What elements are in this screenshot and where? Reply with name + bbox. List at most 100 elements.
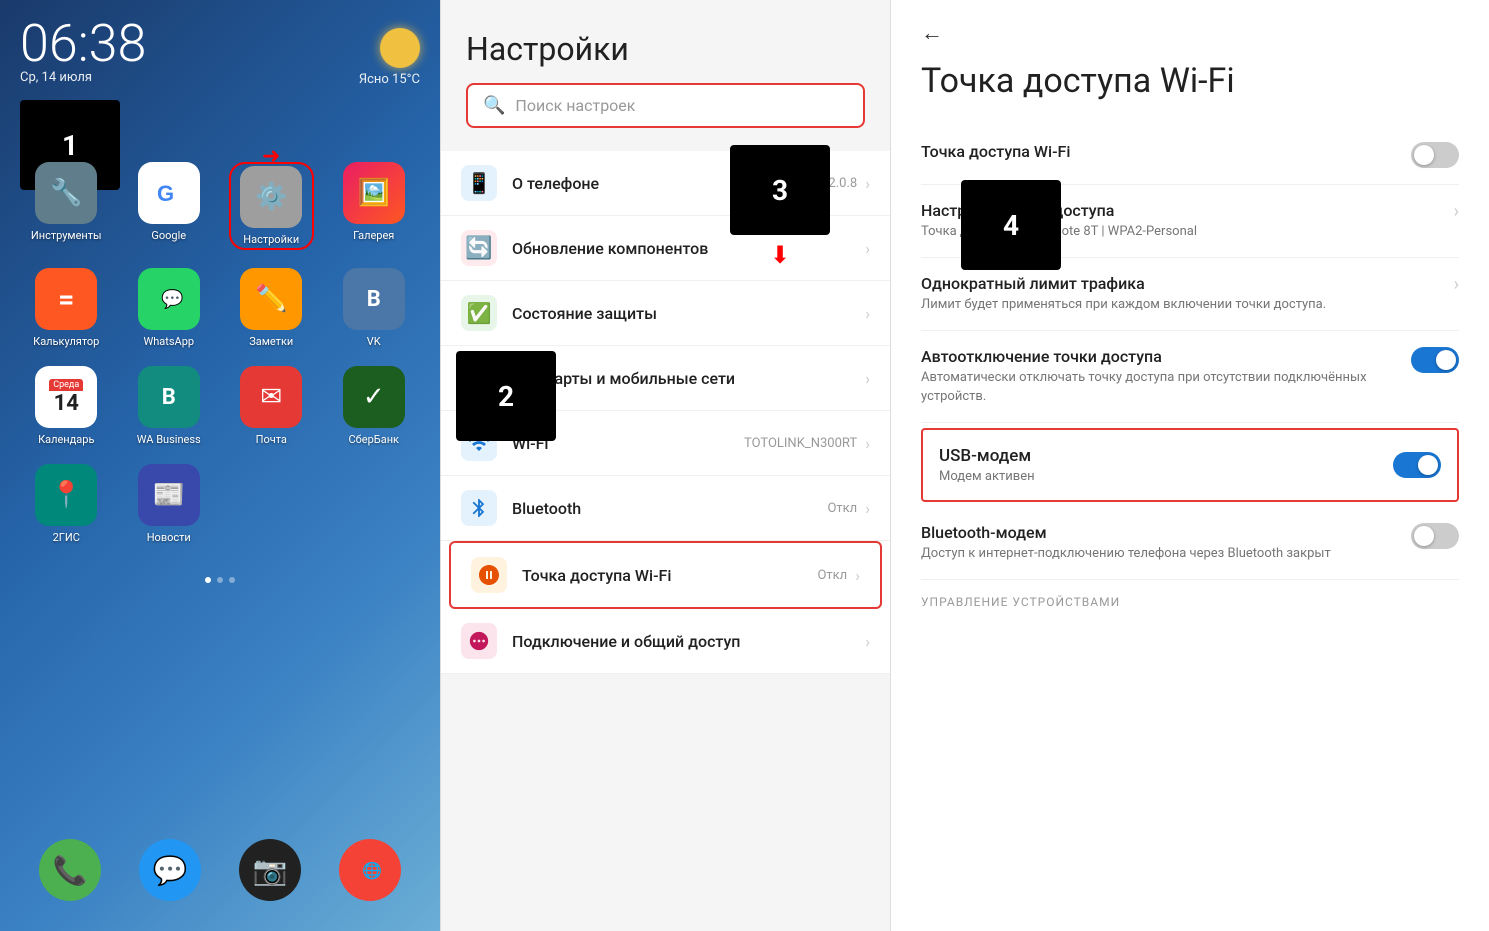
dock-messages[interactable]: 💬 — [139, 839, 201, 901]
app-vk[interactable]: В VK — [331, 268, 416, 348]
weather-icon — [380, 28, 420, 68]
wifi-bt-modem-content: Bluetooth-модем Доступ к интернет-подклю… — [921, 523, 1396, 563]
app-icon-mail: ✉ — [240, 366, 302, 428]
wifi-hotspot-toggle[interactable] — [1411, 142, 1459, 168]
settings-header: Настройки 🔍 Поиск настроек — [441, 0, 890, 143]
wifi-auto-off-control[interactable] — [1411, 347, 1459, 373]
wifi-bt-modem-row: Bluetooth-модем Доступ к интернет-подклю… — [921, 507, 1459, 580]
app-label-2gis: 2ГИС — [53, 531, 80, 544]
usb-modem-box: USB-модем Модем активен ⬇ — [921, 428, 1459, 502]
app-label-instruments: Инструменты — [31, 229, 102, 242]
about-content: О телефоне — [512, 174, 751, 193]
back-button[interactable]: ← — [921, 20, 1459, 46]
app-gallery[interactable]: 🖼️ Галерея — [331, 162, 416, 250]
app-settings[interactable]: ⚙️ Настройки ➜ — [229, 162, 314, 250]
settings-item-connection[interactable]: Подключение и общий доступ › — [441, 609, 890, 674]
weather-text: Ясно 15°C — [359, 72, 420, 87]
step-marker-4: 4 — [961, 180, 1061, 270]
hotspot-content: Точка доступа Wi-Fi — [522, 566, 817, 585]
svg-text:G: G — [157, 181, 174, 206]
security-chevron: › — [865, 304, 870, 323]
dock-chrome[interactable]: 🌐 — [339, 839, 401, 901]
app-mail[interactable]: ✉ Почта — [229, 366, 314, 446]
wifi-auto-off-toggle[interactable] — [1411, 347, 1459, 373]
app-2gis[interactable]: 📍 2ГИС — [24, 464, 109, 544]
bluetooth-content: Bluetooth — [512, 499, 827, 518]
step-marker-3: 3 ⬇ — [730, 145, 830, 269]
app-icon-calendar: Среда 14 — [35, 366, 97, 428]
app-label-vk: VK — [367, 335, 381, 348]
app-row-4: 📍 2ГИС 📰 Новости — [15, 464, 425, 544]
app-calendar[interactable]: Среда 14 Календарь — [24, 366, 109, 446]
app-label-wa-business: WA Business — [137, 433, 201, 446]
wifi-bt-modem-title: Bluetooth-модем — [921, 523, 1396, 542]
app-label-gallery: Галерея — [353, 229, 394, 242]
search-box[interactable]: 🔍 Поиск настроек — [466, 83, 865, 128]
wifi-toggle-content: Точка доступа Wi-Fi — [921, 142, 1396, 164]
settings-item-hotspot[interactable]: Точка доступа Wi-Fi Откл › — [449, 541, 882, 609]
limit-chevron-icon: › — [1454, 274, 1459, 295]
usb-modem-text: USB-модем Модем активен — [939, 446, 1035, 484]
wifi-auto-off-title: Автоотключение точки доступа — [921, 347, 1396, 366]
wifi-toggle-control[interactable] — [1411, 142, 1459, 168]
hotspot-icon — [471, 557, 507, 593]
security-icon: ✅ — [461, 295, 497, 331]
app-icon-sberbank: ✓ — [343, 366, 405, 428]
usb-modem-arrow: ⬇ — [1432, 0, 1449, 4]
wifi-limit-chevron: › — [1454, 274, 1459, 295]
sim-content: SIM-карты и мобильные сети — [512, 369, 865, 388]
app-sberbank[interactable]: ✓ СберБанк — [331, 366, 416, 446]
svg-text:🌐: 🌐 — [362, 861, 382, 880]
bluetooth-value: Откл — [827, 501, 857, 516]
settings-arrow: ➜ — [262, 144, 280, 169]
wifi-bt-modem-subtitle: Доступ к интернет-подключению телефона ч… — [921, 545, 1396, 563]
app-calculator[interactable]: = Калькулятор — [24, 268, 109, 348]
hotspot-value: Откл — [817, 568, 847, 583]
wifi-bt-modem-control[interactable] — [1411, 523, 1459, 549]
dock-camera[interactable]: 📷 — [239, 839, 301, 901]
app-icon-empty-2 — [343, 464, 405, 526]
bottom-dock: 📞 💬 📷 🌐 — [0, 839, 440, 901]
connection-icon — [461, 623, 497, 659]
wifi-chevron: › — [865, 434, 870, 453]
settings-item-security[interactable]: ✅ Состояние защиты › — [441, 281, 890, 346]
wifi-hotspot-panel: ← Точка доступа Wi-Fi 4 Точка доступа Wi… — [890, 0, 1489, 931]
app-empty-2 — [331, 464, 416, 544]
about-title: О телефоне — [512, 174, 751, 193]
app-notes[interactable]: ✏️ Заметки — [229, 268, 314, 348]
app-grid: 🔧 Инструменты G Google ⚙️ Настройки ➜ 🖼️ — [0, 152, 440, 572]
settings-title: Настройки — [466, 30, 865, 68]
time-display: 06:38 — [20, 18, 146, 70]
wifi-limit-subtitle: Лимит будет применяться при каждом включ… — [921, 296, 1439, 314]
app-row-2: = Калькулятор 💬 WhatsApp ✏️ Заметки В VK — [15, 268, 425, 348]
page-dot-active — [205, 577, 211, 583]
wifi-value: TOTOLINK_N300RT — [744, 436, 857, 451]
app-instruments[interactable]: 🔧 Инструменты — [24, 162, 109, 250]
app-wa-business[interactable]: B WA Business — [126, 366, 211, 446]
app-label-google: Google — [151, 229, 186, 242]
app-google[interactable]: G Google — [126, 162, 211, 250]
page-dot — [229, 577, 235, 583]
sim-title: SIM-карты и мобильные сети — [512, 369, 865, 388]
connection-content: Подключение и общий доступ — [512, 632, 865, 651]
config-chevron-icon: › — [1454, 201, 1459, 222]
wifi-auto-off-subtitle: Автоматически отключать точку доступа пр… — [921, 369, 1396, 405]
app-whatsapp[interactable]: 💬 WhatsApp — [126, 268, 211, 348]
wifi-toggle-title: Точка доступа Wi-Fi — [921, 142, 1396, 161]
step-marker-2: 2 — [456, 351, 556, 441]
wifi-toggle-row: Точка доступа Wi-Fi — [921, 126, 1459, 185]
app-icon-notes: ✏️ — [240, 268, 302, 330]
dock-phone[interactable]: 📞 — [39, 839, 101, 901]
settings-item-sim[interactable]: 📶 SIM-карты и мобильные сети › 2 — [441, 346, 890, 411]
app-icon-vk: В — [343, 268, 405, 330]
bluetooth-chevron: › — [865, 499, 870, 518]
usb-modem-toggle[interactable] — [1393, 452, 1441, 478]
app-news[interactable]: 📰 Новости — [126, 464, 211, 544]
bluetooth-title: Bluetooth — [512, 499, 827, 518]
wifi-limit-content: Однократный лимит трафика Лимит будет пр… — [921, 274, 1439, 314]
wifi-auto-off-content: Автоотключение точки доступа Автоматичес… — [921, 347, 1396, 405]
settings-item-bluetooth[interactable]: Bluetooth Откл › — [441, 476, 890, 541]
svg-text:💬: 💬 — [161, 288, 183, 310]
bt-modem-toggle[interactable] — [1411, 523, 1459, 549]
section-label: УПРАВЛЕНИЕ УСТРОЙСТВАМИ — [921, 580, 1459, 614]
